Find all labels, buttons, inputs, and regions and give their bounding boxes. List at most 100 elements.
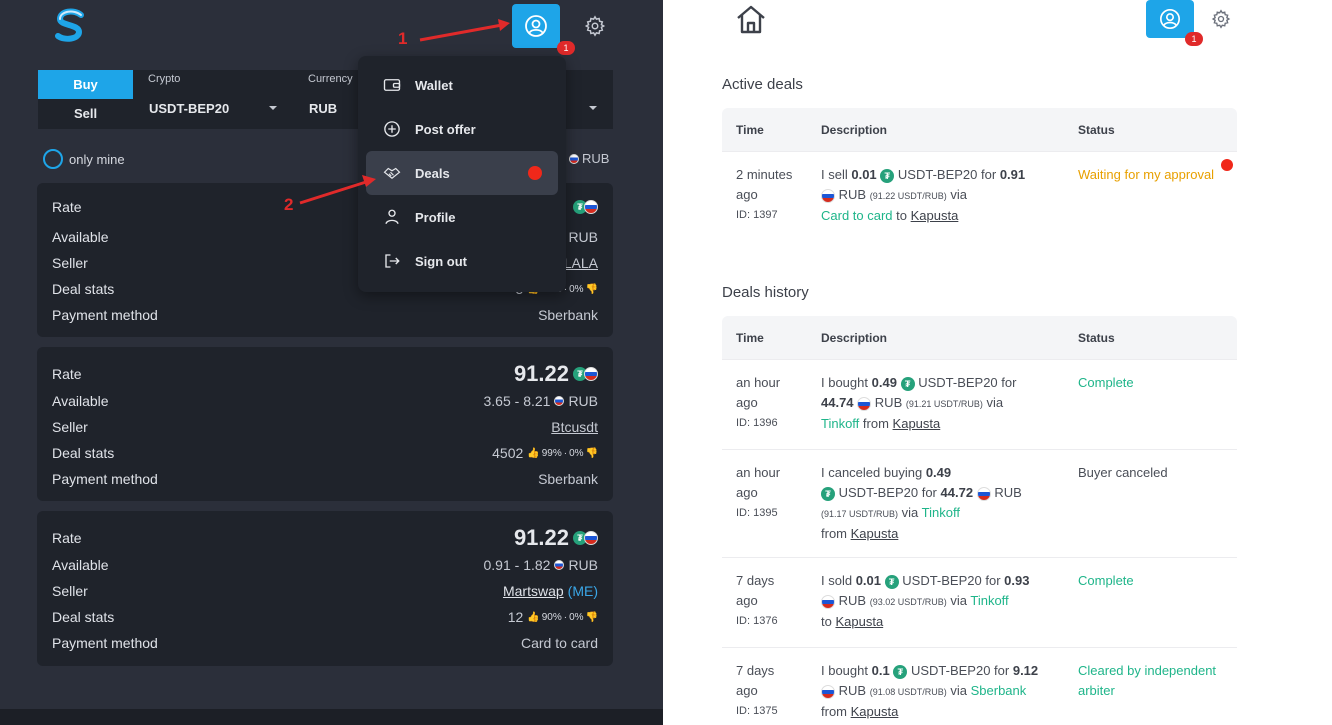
status-cell: Complete bbox=[1078, 375, 1134, 390]
peer-link[interactable]: Kapusta bbox=[893, 416, 941, 431]
russia-flag-icon bbox=[821, 188, 835, 203]
active-deals-table: Time Description Status 2 minutes ago ID… bbox=[722, 108, 1237, 242]
deal-rate: (91.21 USDT/RUB) bbox=[905, 399, 983, 409]
deal-action: I sold bbox=[821, 573, 853, 588]
deal-total: 44.72 bbox=[940, 485, 974, 500]
via-text: via bbox=[950, 683, 967, 698]
direction-text: to bbox=[896, 208, 908, 223]
deal-amount: 0.49 bbox=[925, 465, 952, 480]
time-text: ago bbox=[736, 485, 758, 500]
column-header-status: Status bbox=[1078, 331, 1115, 345]
payment-method-link[interactable]: Tinkoff bbox=[922, 505, 960, 520]
via-text: via bbox=[950, 187, 967, 202]
time-text: 2 minutes bbox=[736, 167, 793, 182]
table-row[interactable]: 7 days ago ID: 1376 I sold 0.01 ₮ USDT-B… bbox=[722, 557, 1237, 647]
table-header: Time Description Status bbox=[722, 108, 1237, 151]
time-text: an hour bbox=[736, 465, 781, 480]
peer-link[interactable]: Kapusta bbox=[911, 208, 959, 223]
status-cell: Cleared by independent arbiter bbox=[1078, 663, 1217, 698]
time-text: ago bbox=[736, 593, 758, 608]
deal-currency: RUB bbox=[838, 593, 867, 608]
deal-currency: RUB bbox=[874, 395, 903, 410]
table-header: Time Description Status bbox=[722, 316, 1237, 359]
home-icon[interactable] bbox=[734, 3, 768, 37]
column-header-status: Status bbox=[1078, 123, 1115, 137]
table-row[interactable]: 7 days ago ID: 1375 I bought 0.1 ₮ USDT-… bbox=[722, 647, 1237, 725]
annotation-step-1: 1 bbox=[398, 29, 408, 48]
column-header-time: Time bbox=[736, 123, 764, 137]
payment-method-link[interactable]: Card to card bbox=[821, 208, 893, 223]
deals-history-table: Time Description Status an hour ago ID: … bbox=[722, 316, 1237, 725]
deal-coin: USDT-BEP20 for bbox=[838, 485, 937, 500]
payment-method-link[interactable]: Sberbank bbox=[971, 683, 1027, 698]
description-cell: I sell 0.01 ₮ USDT-BEP20 for 0.91 RUB (9… bbox=[821, 165, 1066, 226]
description-cell: I bought 0.1 ₮ USDT-BEP20 for 9.12 RUB (… bbox=[821, 661, 1066, 722]
status-cell: Waiting for my approval bbox=[1078, 167, 1215, 182]
time-text: an hour bbox=[736, 375, 781, 390]
user-circle-icon bbox=[1160, 9, 1180, 29]
deal-action: I sell bbox=[821, 167, 848, 182]
deal-amount: 0.01 bbox=[851, 167, 877, 182]
alert-dot bbox=[1221, 159, 1233, 171]
via-text: via bbox=[901, 505, 919, 520]
marketplace-panel: 1 Buy Sell Crypto USDT-BEP20 Currency RU… bbox=[0, 0, 663, 725]
usdt-icon: ₮ bbox=[821, 486, 835, 501]
peer-link[interactable]: Kapusta bbox=[851, 526, 899, 541]
column-header-description: Description bbox=[821, 123, 888, 137]
time-text: ago bbox=[736, 395, 758, 410]
usdt-icon: ₮ bbox=[884, 574, 899, 589]
deal-rate: (91.17 USDT/RUB) bbox=[821, 509, 899, 519]
time-text: 7 days bbox=[736, 573, 775, 588]
annotation-step-2: 2 bbox=[284, 195, 294, 214]
via-text: via bbox=[950, 593, 967, 608]
direction-text: from bbox=[862, 416, 889, 431]
russia-flag-icon bbox=[976, 486, 991, 501]
payment-method-link[interactable]: Tinkoff bbox=[970, 593, 1008, 608]
description-cell: I sold 0.01 ₮ USDT-BEP20 for 0.93 RUB (9… bbox=[821, 571, 1066, 632]
footer-strip bbox=[0, 709, 663, 725]
direction-text: to bbox=[821, 614, 832, 629]
table-row[interactable]: an hour ago ID: 1395 I canceled buying 0… bbox=[722, 449, 1237, 557]
table-row[interactable]: an hour ago ID: 1396 I bought 0.49 ₮ USD… bbox=[722, 359, 1237, 449]
deal-amount: 0.49 bbox=[871, 375, 897, 390]
deal-currency: RUB bbox=[838, 683, 867, 698]
gear-icon[interactable] bbox=[1211, 9, 1231, 29]
deal-currency: RUB bbox=[838, 187, 867, 202]
description-cell: I bought 0.49 ₮ USDT-BEP20 for 44.74 RUB… bbox=[821, 373, 1066, 434]
deal-total: 0.93 bbox=[1004, 573, 1030, 588]
deal-total: 0.91 bbox=[999, 167, 1026, 182]
user-menu-button[interactable] bbox=[1146, 0, 1194, 38]
usdt-icon: ₮ bbox=[880, 168, 895, 183]
time-text: 7 days bbox=[736, 663, 775, 678]
usdt-icon: ₮ bbox=[893, 664, 908, 679]
deal-total: 9.12 bbox=[1012, 663, 1039, 678]
deal-id: ID: 1375 bbox=[736, 705, 778, 717]
status-cell: Buyer canceled bbox=[1078, 465, 1168, 480]
deal-coin: USDT-BEP20 for bbox=[897, 167, 997, 182]
deal-id: ID: 1397 bbox=[736, 209, 778, 221]
panel-divider bbox=[663, 0, 676, 725]
payment-method-link[interactable]: Tinkoff bbox=[821, 416, 859, 431]
deals-history-heading: Deals history bbox=[722, 284, 809, 301]
time-cell: 2 minutes ago ID: 1397 bbox=[736, 165, 792, 225]
deal-coin: USDT-BEP20 for bbox=[902, 573, 1001, 588]
via-text: via bbox=[986, 395, 1004, 410]
direction-text: from bbox=[821, 526, 847, 541]
deal-id: ID: 1376 bbox=[736, 615, 778, 627]
deal-rate: (91.08 USDT/RUB) bbox=[869, 687, 947, 697]
peer-link[interactable]: Kapusta bbox=[851, 704, 899, 719]
deal-currency: RUB bbox=[994, 485, 1022, 500]
deals-panel: 1 Active deals Time Description Status 2… bbox=[676, 0, 1332, 725]
time-text: ago bbox=[736, 683, 758, 698]
usdt-icon: ₮ bbox=[900, 376, 915, 391]
deal-total: 44.74 bbox=[821, 395, 854, 410]
deal-coin: USDT-BEP20 for bbox=[910, 663, 1010, 678]
time-cell: 7 days ago ID: 1375 bbox=[736, 661, 778, 721]
peer-link[interactable]: Kapusta bbox=[835, 614, 883, 629]
table-row[interactable]: 2 minutes ago ID: 1397 I sell 0.01 ₮ USD… bbox=[722, 151, 1237, 242]
deal-rate: (93.02 USDT/RUB) bbox=[869, 597, 947, 607]
time-cell: an hour ago ID: 1396 bbox=[736, 373, 780, 433]
deal-amount: 0.1 bbox=[871, 663, 890, 678]
deal-action: I bought bbox=[821, 375, 868, 390]
deal-action: I bought bbox=[821, 663, 868, 678]
